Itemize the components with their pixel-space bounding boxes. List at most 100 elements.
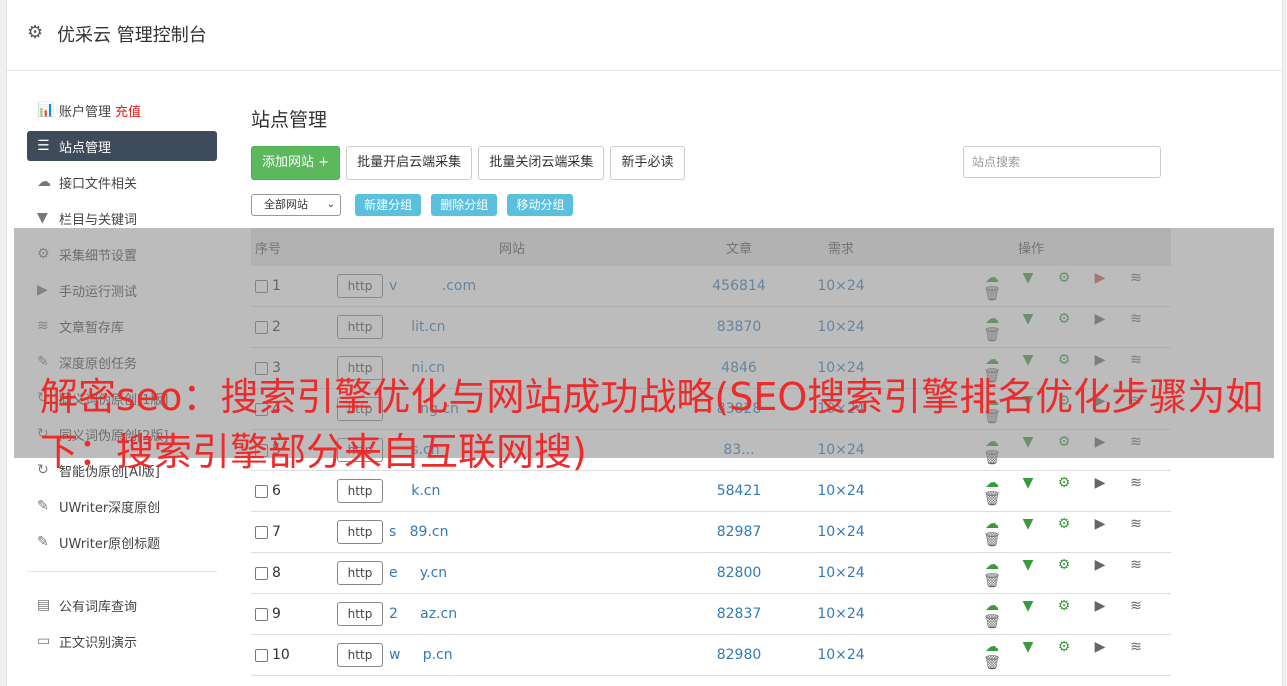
- row-checkbox[interactable]: [255, 525, 268, 539]
- batch-close-cloud-button[interactable]: 批量关闭云端采集: [478, 146, 605, 180]
- row-checkbox[interactable]: [255, 607, 268, 621]
- row-index: 9: [272, 606, 281, 622]
- sidebar-item-13[interactable]: ▤ 公有词库查询: [27, 590, 217, 620]
- filter-icon[interactable]: ▼: [1010, 557, 1046, 573]
- article-count[interactable]: 82987: [688, 511, 790, 553]
- filter-icon[interactable]: ▼: [1010, 598, 1046, 614]
- site-link[interactable]: e y.cn: [389, 565, 447, 581]
- database-icon[interactable]: ≋: [1118, 598, 1154, 614]
- row-checkbox[interactable]: [255, 484, 268, 498]
- row-checkbox[interactable]: [255, 648, 268, 662]
- row-index: 10: [272, 647, 290, 663]
- database-icon[interactable]: ≋: [1118, 557, 1154, 573]
- cloud-upload-icon[interactable]: ☁: [974, 516, 1010, 532]
- sidebar-item-2[interactable]: ☁ 接口文件相关: [27, 167, 217, 197]
- edit-icon: ✎: [37, 498, 49, 514]
- play-circle-icon[interactable]: ▶: [1082, 639, 1118, 655]
- sidebar-item-14[interactable]: ▭ 正文识别演示: [27, 626, 217, 656]
- row-index: 8: [272, 565, 281, 581]
- http-button[interactable]: http: [337, 602, 383, 626]
- database-icon[interactable]: ≋: [1118, 516, 1154, 532]
- ops-cell: ☁▼⚙▶≋ 🗑: [892, 593, 1171, 635]
- server-icon: ☰: [37, 138, 50, 154]
- site-group-select-value: 全部网站: [264, 198, 308, 211]
- article-title-banner: 解密seo：搜索引擎优化与网站成功战略(SEO搜索引擎排名优化步骤为如下：搜索引…: [40, 375, 1264, 474]
- sidebar-item-11[interactable]: ✎ UWriter深度原创: [27, 491, 217, 521]
- sidebar-item-0[interactable]: 📊 账户管理 充值: [27, 95, 217, 125]
- toolbar: 添加网站 + 批量开启云端采集 批量关闭云端采集 新手必读 站点搜索: [251, 146, 1271, 180]
- sidebar-item-label: UWriter深度原创: [59, 500, 161, 516]
- page-title: 站点管理: [251, 109, 328, 131]
- add-site-button[interactable]: 添加网站 +: [251, 146, 341, 180]
- cogs-icon[interactable]: ⚙: [1046, 639, 1082, 655]
- play-circle-icon[interactable]: ▶: [1082, 516, 1118, 532]
- cloud-upload-icon[interactable]: ☁: [974, 598, 1010, 614]
- recharge-link[interactable]: 充值: [115, 101, 141, 120]
- site-link[interactable]: 2 az.cn: [389, 606, 457, 622]
- site-cell: http 2 az.cn: [336, 593, 688, 635]
- cloud-upload-icon[interactable]: ☁: [974, 639, 1010, 655]
- cogs-icon[interactable]: ⚙: [1046, 598, 1082, 614]
- new-group-button[interactable]: 新建分组: [355, 194, 422, 216]
- sidebar-item-label: 账户管理: [59, 104, 112, 120]
- http-button[interactable]: http: [337, 643, 383, 667]
- sidebar-item-1[interactable]: ☰ 站点管理: [27, 131, 217, 161]
- site-group-select[interactable]: 全部网站 ⌄: [251, 194, 341, 216]
- delete-group-button[interactable]: 删除分组: [431, 194, 498, 216]
- sidebar-item-label: UWriter原创标题: [59, 536, 161, 552]
- table-row: 7 http s 89.cn 82987 10×24 ☁ ▼ ⚙ ▶ ≋ 🗑: [251, 511, 1171, 553]
- newbie-guide-button[interactable]: 新手必读: [610, 146, 685, 180]
- ops-cell: ☁▼⚙▶≋ 🗑: [892, 634, 1171, 676]
- cogs-icon[interactable]: ⚙: [1046, 516, 1082, 532]
- row-index: 7: [272, 524, 281, 540]
- site-search-input[interactable]: 站点搜索: [963, 146, 1161, 178]
- sidebar-divider: [27, 571, 217, 572]
- row-index-cell: 9: [251, 593, 336, 635]
- site-cell: http w p.cn: [336, 634, 688, 676]
- demand-value[interactable]: 10×24: [790, 593, 892, 635]
- article-count[interactable]: 82800: [688, 552, 790, 594]
- top-header: ⚙ 优采云 管理控制台: [7, 0, 1282, 71]
- article-count[interactable]: 82980: [688, 634, 790, 676]
- site-link[interactable]: k.cn: [389, 483, 440, 499]
- sidebar-item-label: 站点管理: [59, 140, 112, 156]
- article-count[interactable]: 82837: [688, 593, 790, 635]
- cloud-upload-icon: ☁: [37, 174, 51, 190]
- cogs-icon[interactable]: ⚙: [1046, 557, 1082, 573]
- trash-icon[interactable]: 🗑: [974, 491, 1010, 507]
- database-icon[interactable]: ≋: [1118, 639, 1154, 655]
- filter-icon[interactable]: ▼: [1010, 639, 1046, 655]
- row-index: 6: [272, 483, 281, 499]
- move-group-button[interactable]: 移动分组: [507, 194, 574, 216]
- cloud-upload-icon[interactable]: ☁: [974, 557, 1010, 573]
- trash-icon[interactable]: 🗑: [974, 532, 1010, 548]
- row-checkbox[interactable]: [255, 566, 268, 580]
- row-index-cell: 8: [251, 552, 336, 594]
- sidebar-item-label: 正文识别演示: [59, 635, 138, 651]
- site-link[interactable]: w p.cn: [389, 647, 453, 663]
- trash-icon[interactable]: 🗑: [974, 655, 1010, 671]
- filter-icon[interactable]: ▼: [1010, 516, 1046, 532]
- demand-value[interactable]: 10×24: [790, 511, 892, 553]
- sidebar-item-label: 公有词库查询: [59, 599, 138, 615]
- ops-cell: ☁▼⚙▶≋ 🗑: [892, 511, 1171, 553]
- batch-open-cloud-button[interactable]: 批量开启云端采集: [346, 146, 473, 180]
- http-button[interactable]: http: [337, 561, 383, 585]
- demand-value[interactable]: 10×24: [790, 634, 892, 676]
- ops-cell: ☁▼⚙▶≋ 🗑: [892, 552, 1171, 594]
- trash-icon[interactable]: 🗑: [974, 614, 1010, 630]
- site-link[interactable]: s 89.cn: [389, 524, 448, 540]
- http-button[interactable]: http: [337, 479, 383, 503]
- trash-icon[interactable]: 🗑: [974, 573, 1010, 589]
- book-icon: ▤: [37, 597, 51, 613]
- filter-icon: ▼: [37, 210, 48, 226]
- sidebar-item-12[interactable]: ✎ UWriter原创标题: [27, 527, 217, 557]
- site-cell: http s 89.cn: [336, 511, 688, 553]
- group-filter-bar: 全部网站 ⌄ 新建分组 删除分组 移动分组: [251, 194, 1271, 218]
- play-circle-icon[interactable]: ▶: [1082, 557, 1118, 573]
- http-button[interactable]: http: [337, 520, 383, 544]
- play-circle-icon[interactable]: ▶: [1082, 598, 1118, 614]
- table-row: 8 http e y.cn 82800 10×24 ☁ ▼ ⚙ ▶ ≋ 🗑: [251, 552, 1171, 594]
- table-row: 10 http w p.cn 82980 10×24 ☁ ▼ ⚙ ▶ ≋ 🗑: [251, 634, 1171, 676]
- demand-value[interactable]: 10×24: [790, 552, 892, 594]
